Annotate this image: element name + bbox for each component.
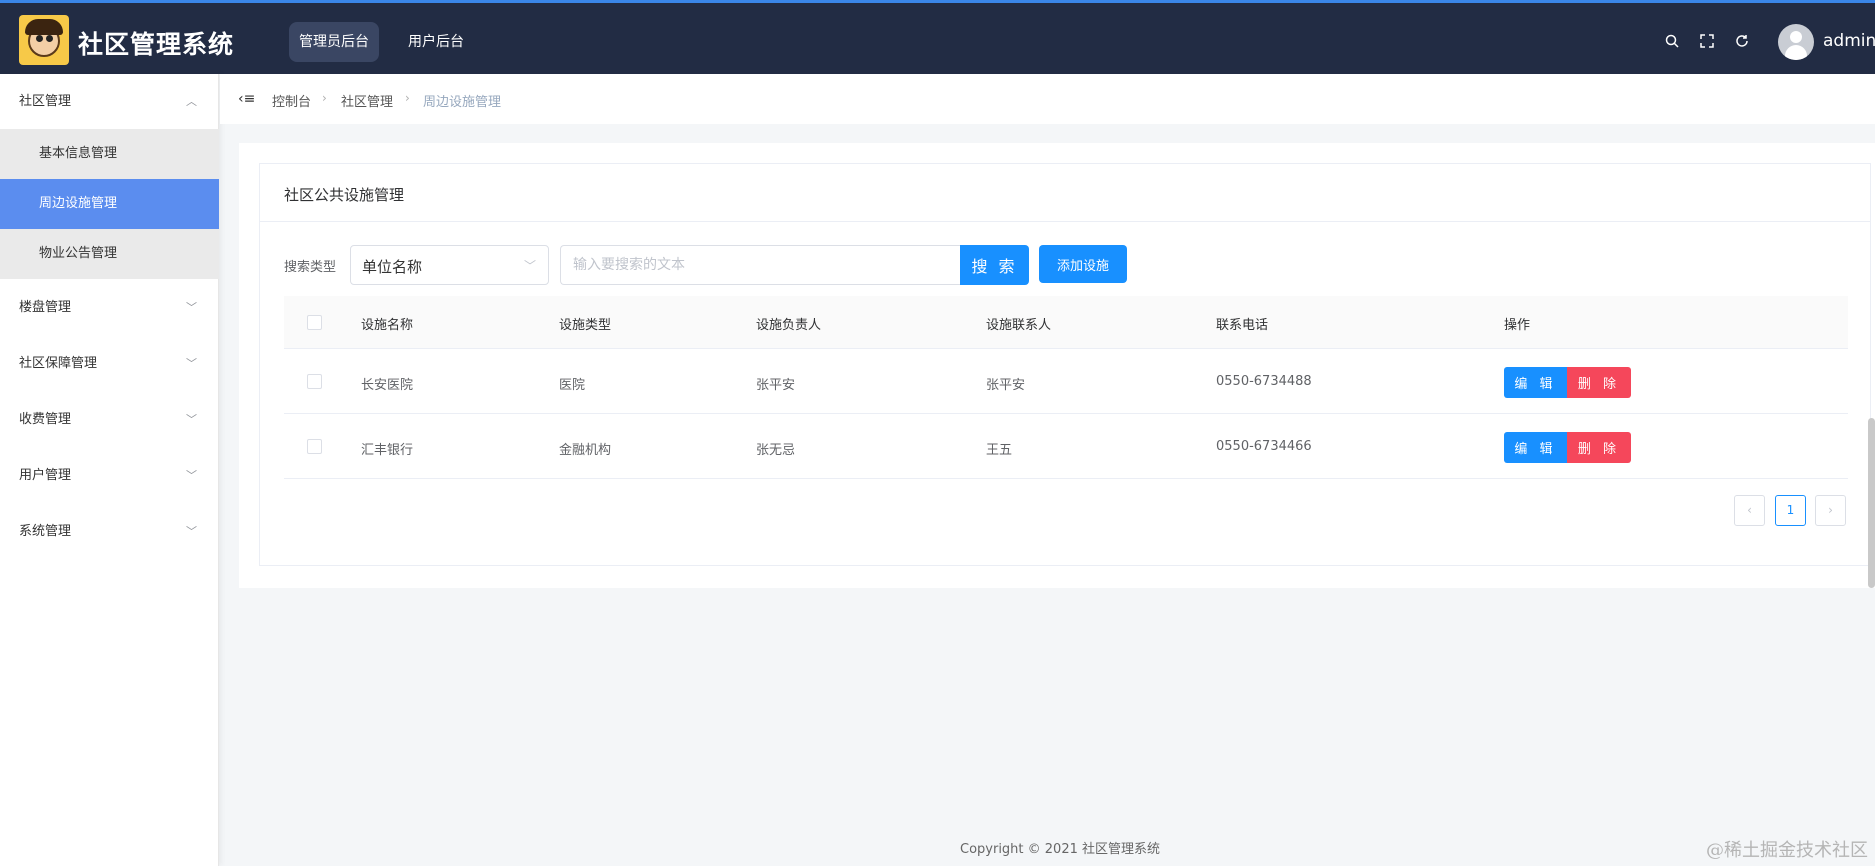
sidebar-item-billing[interactable]: 收费管理 ﹀ [0, 395, 219, 445]
table-header: 设施名称 设施类型 设施负责人 设施联系人 联系电话 操作 [284, 296, 1848, 349]
sidebar-item-system[interactable]: 系统管理 ﹀ [0, 507, 219, 557]
column-header: 设施负责人 [756, 318, 822, 333]
sidebar: 社区管理 ︿ 基本信息管理 周边设施管理 物业公告管理 楼盘管理 ﹀ 社区保障管… [0, 74, 219, 866]
column-header: 设施类型 [559, 318, 612, 333]
sidebar-item-announcements[interactable]: 物业公告管理 [0, 229, 219, 279]
breadcrumb-separator: › [322, 91, 327, 105]
search-button[interactable]: 搜 索 [960, 245, 1029, 285]
next-page-button[interactable]: › [1815, 495, 1846, 526]
footer-copyright: Copyright © 2021 社区管理系统 [960, 842, 1161, 857]
avatar[interactable] [1778, 24, 1814, 60]
edit-button[interactable]: 编 辑 [1504, 432, 1567, 463]
facility-phone: 0550-6734466 [1216, 439, 1312, 454]
column-header: 设施联系人 [986, 318, 1052, 333]
sidebar-item-label: 社区保障管理 [19, 356, 98, 371]
fullscreen-icon[interactable] [1699, 33, 1715, 49]
avatar-body [1785, 45, 1807, 60]
username[interactable]: admin [1823, 31, 1875, 51]
chevron-down-icon: ﹀ [186, 525, 197, 538]
facility-contact: 张平安 [986, 378, 1026, 393]
refresh-icon[interactable] [1734, 33, 1750, 49]
search-type-value: 单位名称 [362, 258, 423, 276]
tab-admin-backend[interactable]: 管理员后台 [289, 22, 379, 62]
column-header: 操作 [1504, 318, 1531, 333]
column-header: 设施名称 [361, 318, 414, 333]
chevron-down-icon: ﹀ [186, 413, 197, 426]
tab-user-backend[interactable]: 用户后台 [398, 22, 474, 62]
table-row: 汇丰银行 金融机构 张无忌 王五 0550-6734466 编 辑 删 除 [284, 414, 1848, 479]
chevron-down-icon: ﹀ [186, 357, 197, 370]
column-header: 联系电话 [1216, 318, 1269, 333]
breadcrumb: ‹≡ 控制台 › 社区管理 › 周边设施管理 [220, 74, 1875, 124]
watermark: @稀土掘金技术社区 [1706, 840, 1868, 861]
chevron-down-icon: ﹀ [523, 259, 536, 273]
prev-page-button[interactable]: ‹ [1734, 495, 1765, 526]
search-input[interactable] [560, 245, 961, 285]
facility-type: 医院 [559, 378, 586, 393]
sidebar-item-label: 社区管理 [19, 94, 72, 109]
chevron-down-icon: ﹀ [186, 301, 197, 314]
sidebar-item-users[interactable]: 用户管理 ﹀ [0, 451, 219, 501]
card-header: 社区公共设施管理 [260, 164, 1870, 222]
logo-eye [36, 35, 43, 42]
add-facility-button[interactable]: 添加设施 [1039, 245, 1127, 283]
facility-manager: 张无忌 [756, 443, 796, 458]
sidebar-item-label: 用户管理 [19, 468, 72, 483]
facility-manager: 张平安 [756, 378, 796, 393]
breadcrumb-separator: › [405, 91, 410, 105]
edit-button[interactable]: 编 辑 [1504, 367, 1567, 398]
sidebar-item-basic-info[interactable]: 基本信息管理 [0, 129, 219, 179]
top-header: 社区管理系统 管理员后台 用户后台 admin [0, 0, 1875, 74]
sidebar-item-label: 楼盘管理 [19, 300, 72, 315]
facility-name: 汇丰银行 [361, 443, 414, 458]
chevron-down-icon: ﹀ [186, 469, 197, 482]
breadcrumb-item-dashboard[interactable]: 控制台 [272, 91, 311, 110]
card-title: 社区公共设施管理 [284, 186, 405, 204]
logo-hair [25, 19, 63, 35]
facility-type: 金融机构 [559, 443, 612, 458]
row-checkbox[interactable] [307, 439, 322, 454]
delete-button[interactable]: 删 除 [1567, 432, 1631, 463]
table-row: 长安医院 医院 张平安 张平安 0550-6734488 编 辑 删 除 [284, 349, 1848, 414]
search-type-select[interactable]: 单位名称 ﹀ [350, 245, 549, 285]
sidebar-item-label: 系统管理 [19, 524, 72, 539]
facility-name: 长安医院 [361, 378, 414, 393]
scrollbar[interactable] [1868, 418, 1875, 588]
chevron-up-icon: ︿ [186, 95, 197, 108]
sidebar-item-community[interactable]: 社区管理 ︿ [0, 77, 219, 127]
breadcrumb-item-current: 周边设施管理 [423, 95, 502, 110]
breadcrumb-item-community[interactable]: 社区管理 [341, 91, 393, 110]
collapse-sidebar-icon[interactable]: ‹≡ [238, 91, 255, 107]
page-button[interactable]: 1 [1775, 495, 1806, 526]
sidebar-item-buildings[interactable]: 楼盘管理 ﹀ [0, 283, 219, 333]
app-title: 社区管理系统 [78, 30, 235, 59]
search-type-label: 搜索类型 [284, 260, 337, 275]
facility-phone: 0550-6734488 [1216, 374, 1312, 389]
app-logo[interactable] [19, 15, 69, 65]
delete-button[interactable]: 删 除 [1567, 367, 1631, 398]
avatar-head [1790, 31, 1802, 43]
sidebar-item-label: 收费管理 [19, 412, 72, 427]
select-all-checkbox[interactable] [307, 315, 322, 330]
search-icon[interactable] [1664, 33, 1680, 49]
sidebar-item-security[interactable]: 社区保障管理 ﹀ [0, 339, 219, 389]
sidebar-item-facilities[interactable]: 周边设施管理 [0, 179, 219, 229]
logo-eye [46, 35, 53, 42]
facility-contact: 王五 [986, 443, 1013, 458]
row-checkbox[interactable] [307, 374, 322, 389]
